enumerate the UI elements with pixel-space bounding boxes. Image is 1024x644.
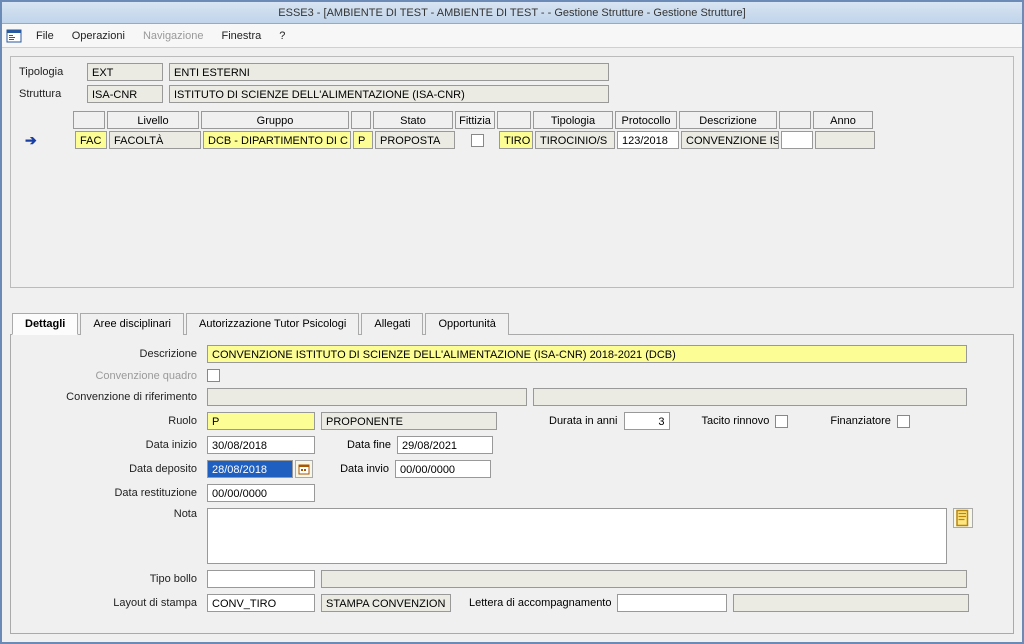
conv-rif-code[interactable] xyxy=(207,388,527,406)
tipologia-code[interactable]: EXT xyxy=(87,63,163,81)
col-tipologia-code-head xyxy=(497,111,531,129)
grid-header: Livello Gruppo Stato Fittizia Tipologia … xyxy=(19,111,1005,129)
note-icon xyxy=(954,509,972,527)
data-inizio-label: Data inizio xyxy=(21,439,201,451)
menu-operazioni[interactable]: Operazioni xyxy=(64,27,133,45)
cell-protocollo[interactable]: 123/2018 xyxy=(617,131,679,149)
finanziatore-checkbox[interactable] xyxy=(897,415,910,428)
col-livello-code-head xyxy=(73,111,105,129)
cell-fittizia[interactable] xyxy=(457,131,497,149)
tipo-bollo-code[interactable] xyxy=(207,570,315,588)
tab-opportunita[interactable]: Opportunità xyxy=(425,313,508,335)
cell-stato-code[interactable]: P xyxy=(353,131,373,149)
layout-code[interactable]: CONV_TIRO xyxy=(207,594,315,612)
ruolo-desc[interactable]: PROPONENTE xyxy=(321,412,497,430)
titlebar-text: ESSE3 - [AMBIENTE DI TEST - AMBIENTE DI … xyxy=(278,7,745,19)
col-protocollo-head: Protocollo xyxy=(615,111,677,129)
cell-descrizione[interactable]: CONVENZIONE IS xyxy=(681,131,779,149)
tabs: Dettagli Aree disciplinari Autorizzazion… xyxy=(10,312,1014,335)
col-gruppo-head: Gruppo xyxy=(201,111,349,129)
tab-aree[interactable]: Aree disciplinari xyxy=(80,313,184,335)
struttura-desc[interactable]: ISTITUTO DI SCIENZE DELL'ALIMENTAZIONE (… xyxy=(169,85,609,103)
conv-rif-label: Convenzione di riferimento xyxy=(21,391,201,403)
durata-field[interactable]: 3 xyxy=(624,412,670,430)
lettera-code[interactable] xyxy=(617,594,727,612)
lettera-label: Lettera di accompagnamento xyxy=(469,597,611,609)
col-descrizione-head: Descrizione xyxy=(679,111,777,129)
calendar-icon xyxy=(298,463,310,475)
app-window: ESSE3 - [AMBIENTE DI TEST - AMBIENTE DI … xyxy=(0,0,1024,644)
nota-textarea[interactable] xyxy=(207,508,947,564)
descrizione-field[interactable]: CONVENZIONE ISTITUTO DI SCIENZE DELL'ALI… xyxy=(207,345,967,363)
col-anno-head: Anno xyxy=(813,111,873,129)
ruolo-code[interactable]: P xyxy=(207,412,315,430)
layout-desc[interactable]: STAMPA CONVENZION xyxy=(321,594,451,612)
conv-rif-desc[interactable] xyxy=(533,388,967,406)
cell-livello-code[interactable]: FAC xyxy=(75,131,107,149)
tab-body-dettagli: Descrizione CONVENZIONE ISTITUTO DI SCIE… xyxy=(10,335,1014,634)
cell-livello-desc[interactable]: FACOLTÀ xyxy=(109,131,201,149)
app-icon xyxy=(6,28,22,44)
conv-quadro-label: Convenzione quadro xyxy=(21,370,201,382)
col-stato-code-head xyxy=(351,111,371,129)
header-panel: Tipologia EXT ENTI ESTERNI Struttura ISA… xyxy=(10,56,1014,288)
data-inizio-field[interactable]: 30/08/2018 xyxy=(207,436,315,454)
col-fittizia-head: Fittizia xyxy=(455,111,495,129)
cell-anno-desc[interactable] xyxy=(815,131,875,149)
data-fine-field[interactable]: 29/08/2021 xyxy=(397,436,493,454)
data-invio-label: Data invio xyxy=(329,463,389,475)
ruolo-label: Ruolo xyxy=(21,415,201,427)
data-restituzione-field[interactable]: 00/00/0000 xyxy=(207,484,315,502)
cell-stato-desc[interactable]: PROPOSTA xyxy=(375,131,455,149)
cell-tipologia-desc[interactable]: TIROCINIO/S xyxy=(535,131,615,149)
tacito-checkbox[interactable] xyxy=(775,415,788,428)
cell-gruppo[interactable]: DCB - DIPARTIMENTO DI C xyxy=(203,131,351,149)
col-livello-head: Livello xyxy=(107,111,199,129)
data-fine-label: Data fine xyxy=(331,439,391,451)
grid-empty-area xyxy=(19,149,1005,279)
menu-help[interactable]: ? xyxy=(271,27,293,45)
finanziatore-label: Finanziatore xyxy=(830,415,891,427)
tacito-label: Tacito rinnovo xyxy=(702,415,770,427)
data-deposito-label: Data deposito xyxy=(21,463,201,475)
menubar: File Operazioni Navigazione Finestra ? xyxy=(2,24,1022,48)
tab-allegati[interactable]: Allegati xyxy=(361,313,423,335)
cell-anno-code[interactable] xyxy=(781,131,813,149)
struttura-code[interactable]: ISA-CNR xyxy=(87,85,163,103)
cell-tipologia-code[interactable]: TIRO xyxy=(499,131,533,149)
conv-quadro-checkbox[interactable] xyxy=(207,369,220,382)
tab-autorizzazione[interactable]: Autorizzazione Tutor Psicologi xyxy=(186,313,359,335)
titlebar: ESSE3 - [AMBIENTE DI TEST - AMBIENTE DI … xyxy=(2,2,1022,24)
descrizione-label: Descrizione xyxy=(21,348,201,360)
struttura-label: Struttura xyxy=(19,88,81,100)
tipo-bollo-label: Tipo bollo xyxy=(21,573,201,585)
checkbox-icon xyxy=(471,134,484,147)
menu-file[interactable]: File xyxy=(28,27,62,45)
col-anno-code-head xyxy=(779,111,811,129)
nota-label: Nota xyxy=(21,508,201,520)
data-restituzione-label: Data restituzione xyxy=(21,487,201,499)
tipologia-label: Tipologia xyxy=(19,66,81,78)
menu-navigazione[interactable]: Navigazione xyxy=(135,27,212,45)
tipologia-desc[interactable]: ENTI ESTERNI xyxy=(169,63,609,81)
durata-label: Durata in anni xyxy=(549,415,618,427)
col-stato-head: Stato xyxy=(373,111,453,129)
nota-expand-button[interactable] xyxy=(953,508,973,528)
menu-finestra[interactable]: Finestra xyxy=(213,27,269,45)
calendar-button[interactable] xyxy=(295,460,313,478)
layout-label: Layout di stampa xyxy=(21,597,201,609)
tab-dettagli[interactable]: Dettagli xyxy=(12,313,78,335)
col-tipologia-head: Tipologia xyxy=(533,111,613,129)
content: Tipologia EXT ENTI ESTERNI Struttura ISA… xyxy=(2,48,1022,642)
data-deposito-field[interactable]: 28/08/2018 xyxy=(207,460,293,478)
data-invio-field[interactable]: 00/00/0000 xyxy=(395,460,491,478)
grid-row[interactable]: ➔ FAC FACOLTÀ DCB - DIPARTIMENTO DI C P … xyxy=(19,131,1005,149)
lettera-desc[interactable] xyxy=(733,594,969,612)
row-indicator-icon: ➔ xyxy=(19,132,73,149)
tipo-bollo-desc[interactable] xyxy=(321,570,967,588)
